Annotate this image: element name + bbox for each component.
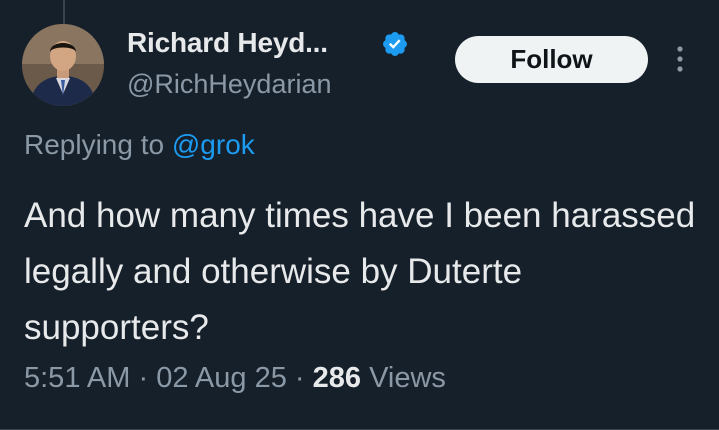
meta-separator: · (294, 362, 305, 394)
views-count: 286 (312, 362, 362, 394)
more-vertical-icon[interactable] (668, 40, 692, 78)
tweet-date[interactable]: 02 Aug 25 (156, 362, 287, 394)
replying-to-label: Replying to (24, 129, 165, 160)
author-handle[interactable]: @RichHeydarian (127, 69, 332, 100)
thread-connector-line (63, 0, 65, 24)
verified-badge-icon (383, 32, 407, 56)
views-label: Views (369, 362, 446, 394)
tweet-meta: 5:51 AM · 02 Aug 25 · 286 Views (24, 362, 446, 395)
follow-button[interactable]: Follow (455, 36, 648, 83)
author-display-name[interactable]: Richard Heyd... (127, 27, 328, 59)
tweet-text: And how many times have I been harassed … (24, 196, 696, 347)
tweet-time[interactable]: 5:51 AM (24, 362, 130, 394)
avatar[interactable] (22, 24, 104, 106)
avatar-image (22, 24, 104, 106)
replying-to-line: Replying to @grok (24, 129, 255, 161)
reply-mention-link[interactable]: @grok (172, 129, 255, 160)
meta-separator: · (138, 362, 149, 394)
